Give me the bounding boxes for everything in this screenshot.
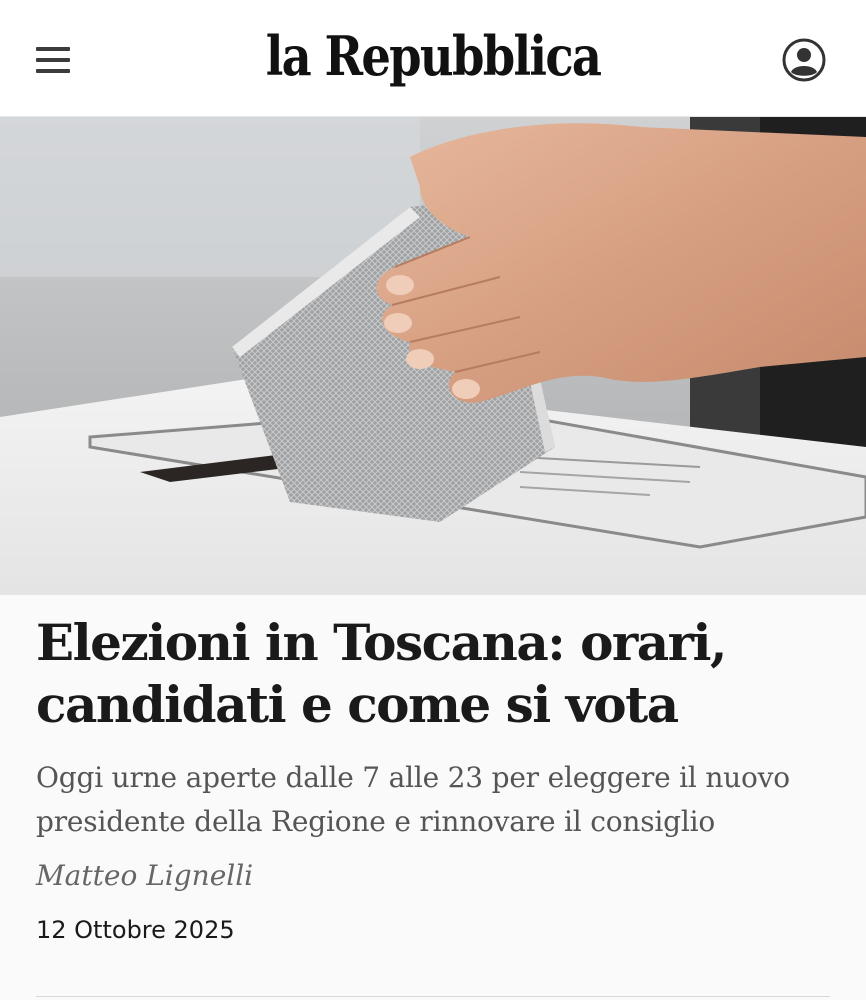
site-header: la Repubblica	[0, 0, 866, 117]
article-page: la Repubblica Elezioni in Toscana: orari…	[0, 0, 866, 1000]
user-account-icon[interactable]	[780, 36, 828, 84]
site-logo[interactable]: la Repubblica	[61, 16, 806, 96]
article-author[interactable]: Matteo Lignelli	[36, 856, 253, 896]
article-headline[interactable]: Elezioni in Toscana: orari, candidati e …	[36, 612, 836, 736]
article-date: 12 Ottobre 2025	[36, 916, 235, 944]
article-summary: Oggi urne aperte dalle 7 alle 23 per ele…	[36, 761, 790, 838]
hero-image[interactable]	[0, 117, 866, 595]
ballot-box-photo	[0, 117, 866, 595]
divider	[36, 996, 830, 997]
